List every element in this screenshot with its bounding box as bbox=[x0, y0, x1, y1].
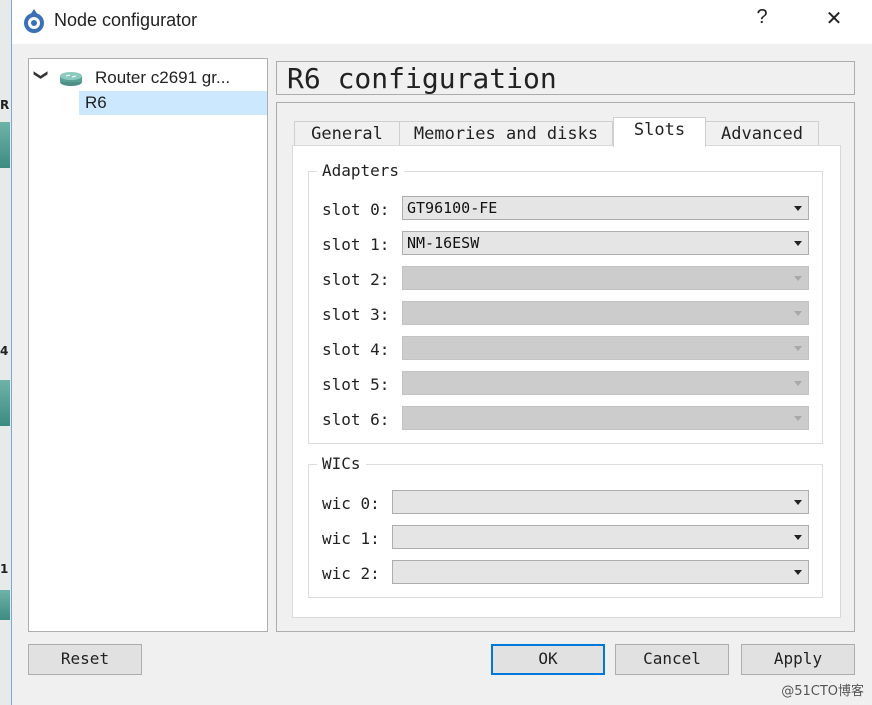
chevron-down-icon bbox=[794, 381, 802, 386]
router-icon bbox=[60, 72, 82, 86]
chevron-down-icon bbox=[794, 570, 802, 575]
chevron-down-icon bbox=[794, 535, 802, 540]
background-node-icon bbox=[0, 380, 10, 426]
chevron-down-icon bbox=[794, 500, 802, 505]
slots-tab-page: Adapters slot 0: GT96100-FE slot 1: NM-1… bbox=[292, 145, 841, 618]
node-tree[interactable]: ❯ Router c2691 gr... R6 bbox=[28, 58, 268, 632]
background-window-strip: R 4 1 bbox=[0, 0, 11, 705]
background-node-icon bbox=[0, 590, 10, 620]
reset-button[interactable]: Reset bbox=[28, 644, 142, 675]
cancel-button[interactable]: Cancel bbox=[615, 644, 729, 675]
slot-0-select[interactable]: GT96100-FE bbox=[402, 196, 809, 220]
apply-button[interactable]: Apply bbox=[741, 644, 855, 675]
chevron-down-icon bbox=[794, 206, 802, 211]
slot-5-select bbox=[402, 371, 809, 395]
chevron-down-icon[interactable]: ❯ bbox=[33, 69, 49, 81]
chevron-down-icon bbox=[794, 311, 802, 316]
tree-item-label: R6 bbox=[85, 93, 107, 112]
slot-2-select bbox=[402, 266, 809, 290]
slot-5-label: slot 5: bbox=[322, 375, 390, 394]
chevron-down-icon bbox=[794, 416, 802, 421]
slot-3-select bbox=[402, 301, 809, 325]
background-letter: R bbox=[0, 98, 10, 112]
slot-6-select bbox=[402, 406, 809, 430]
slot-3-label: slot 3: bbox=[322, 305, 390, 324]
slot-6-label: slot 6: bbox=[322, 410, 390, 429]
wic-2-select[interactable] bbox=[392, 560, 809, 584]
slot-1-label: slot 1: bbox=[322, 235, 390, 254]
slot-0-label: slot 0: bbox=[322, 200, 390, 219]
background-letter: 4 bbox=[0, 344, 9, 358]
chevron-down-icon bbox=[794, 241, 802, 246]
gns3-app-icon bbox=[24, 9, 44, 33]
tab-memories-and-disks[interactable]: Memories and disks bbox=[399, 121, 613, 147]
wic-0-select[interactable] bbox=[392, 490, 809, 514]
wic-0-label: wic 0: bbox=[322, 494, 380, 513]
slot-2-label: slot 2: bbox=[322, 270, 390, 289]
slot-4-select bbox=[402, 336, 809, 360]
wic-1-label: wic 1: bbox=[322, 529, 380, 548]
wic-2-label: wic 2: bbox=[322, 564, 380, 583]
adapters-group-label: Adapters bbox=[317, 161, 405, 180]
adapters-group: Adapters slot 0: GT96100-FE slot 1: NM-1… bbox=[308, 161, 823, 444]
tree-item-r6[interactable]: R6 bbox=[79, 91, 267, 115]
background-letter: 1 bbox=[0, 562, 9, 576]
window-title: Node configurator bbox=[54, 10, 198, 30]
help-button[interactable]: ? bbox=[742, 6, 782, 38]
tree-group-label: Router c2691 gr... bbox=[95, 68, 231, 87]
title-bar: Node configurator ? ✕ bbox=[12, 0, 872, 44]
watermark-text: @51CTO博客 bbox=[781, 684, 864, 699]
slot-4-label: slot 4: bbox=[322, 340, 390, 359]
wic-1-select[interactable] bbox=[392, 525, 809, 549]
slot-1-value: NM-16ESW bbox=[407, 234, 480, 252]
wics-group-label: WICs bbox=[317, 454, 366, 473]
slot-1-select[interactable]: NM-16ESW bbox=[402, 231, 809, 255]
node-configurator-dialog: Node configurator ? ✕ ❯ Router c2691 gr.… bbox=[11, 0, 872, 705]
close-button[interactable]: ✕ bbox=[814, 6, 854, 38]
tab-general[interactable]: General bbox=[294, 121, 400, 147]
chevron-down-icon bbox=[794, 276, 802, 281]
tab-advanced[interactable]: Advanced bbox=[705, 121, 819, 147]
configuration-header: R6 configuration bbox=[276, 61, 855, 95]
chevron-down-icon bbox=[794, 346, 802, 351]
configuration-title: R6 configuration bbox=[287, 62, 557, 95]
tree-group-router-c2691[interactable]: ❯ Router c2691 gr... bbox=[29, 65, 267, 91]
wics-group: WICs wic 0: wic 1: wic 2: bbox=[308, 454, 823, 598]
tab-slots[interactable]: Slots bbox=[613, 117, 706, 147]
slot-0-value: GT96100-FE bbox=[407, 199, 498, 217]
background-node-icon bbox=[0, 122, 10, 168]
ok-button[interactable]: OK bbox=[491, 644, 605, 675]
